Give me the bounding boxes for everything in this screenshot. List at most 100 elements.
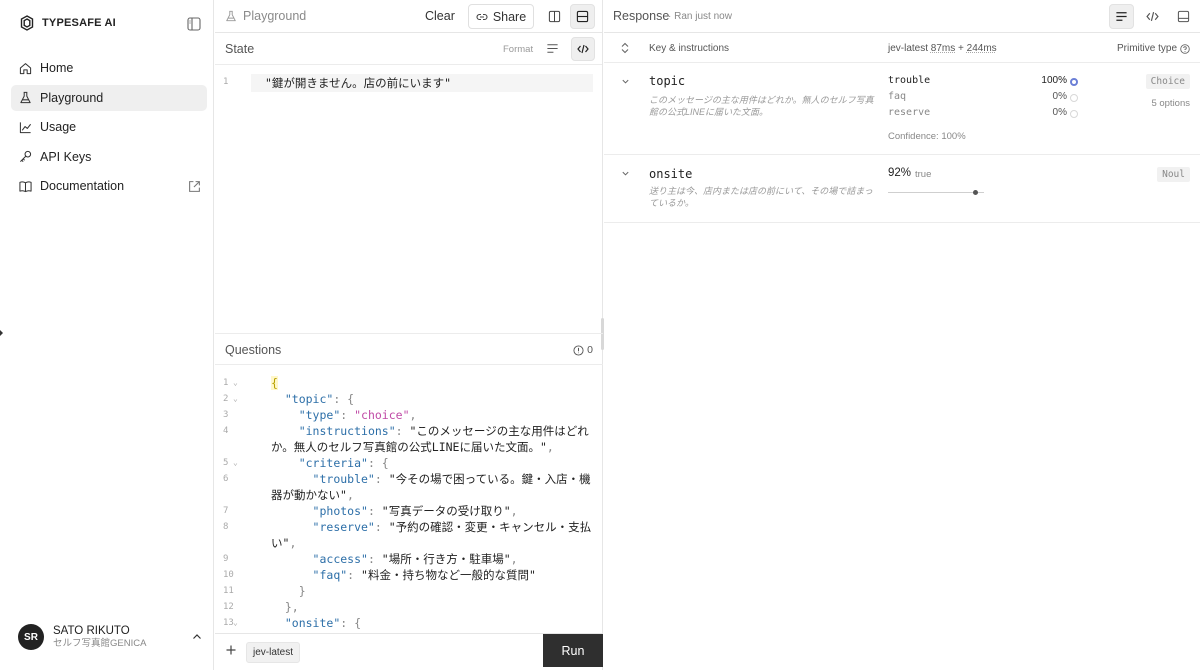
brand[interactable]: TYPESAFE AI — [20, 15, 116, 31]
avatar: SR — [18, 624, 44, 650]
latency-b: 244ms — [966, 43, 997, 54]
panel-icon — [1177, 10, 1189, 22]
sidebar-item-label: Home — [40, 61, 74, 75]
text-view-icon[interactable] — [546, 42, 559, 55]
latency-plus: + — [958, 43, 964, 54]
state-title: State — [225, 42, 255, 56]
plus-icon[interactable] — [224, 643, 238, 657]
playground-panel: Playground Clear Share State Format 1 "鍵… — [215, 0, 604, 670]
options-count: 5 options — [1151, 98, 1190, 109]
share-label: Share — [492, 9, 527, 24]
code-line: い", — [271, 536, 297, 550]
code-line: 12 }, — [223, 600, 299, 614]
state-editor[interactable]: 1 "鍵が開きません。店の前にいます" — [215, 66, 603, 332]
sidebar-collapse-icon[interactable] — [187, 17, 201, 31]
probability-track — [888, 192, 984, 193]
external-link-icon — [189, 181, 200, 192]
option-label: reserve — [888, 107, 931, 118]
code-line: 1 ⌄{ — [223, 375, 278, 391]
fold-icon[interactable]: ⌄ — [233, 455, 238, 471]
response-instructions: このメッセージの主な用件はどれか。無人のセルフ写真館の公式LINEに届いた文面。 — [649, 95, 874, 117]
code-line: 9 "access": "場所・行き方・駐車場", — [223, 552, 518, 566]
columns-icon — [548, 10, 560, 22]
format-button[interactable]: Format — [503, 44, 533, 55]
user-info: SATO RIKUTO セルフ写真館GENICA — [53, 624, 146, 650]
fold-icon[interactable]: ⌄ — [233, 615, 238, 631]
option-trouble: trouble 100% — [888, 75, 1078, 91]
column-key: Key & instructions — [649, 43, 730, 54]
sidebar-item-documentation[interactable]: Documentation — [11, 173, 207, 199]
help-icon[interactable] — [1180, 43, 1190, 54]
code-line: 5 ⌄ "criteria": { — [223, 455, 389, 471]
primitive-type-badge: Noul — [1157, 167, 1190, 182]
playground-header: Playground Clear Share — [215, 0, 602, 33]
line-number: 11 — [223, 586, 234, 596]
onsite-probability: 92% — [888, 167, 912, 179]
panel-toggle-caret[interactable] — [0, 330, 3, 336]
typesafe-logo-icon — [20, 15, 34, 31]
sidebar-item-label: Playground — [40, 90, 104, 105]
state-value[interactable]: "鍵が開きません。店の前にいます" — [251, 74, 593, 92]
sidebar-item-label: Documentation — [40, 179, 125, 193]
sort-icon[interactable] — [620, 42, 630, 54]
user-name: SATO RIKUTO — [53, 625, 130, 637]
clear-button[interactable]: Clear — [425, 9, 455, 23]
view-code-button[interactable] — [1142, 6, 1162, 26]
split-horizontal-button[interactable] — [570, 4, 595, 29]
option-pct: 0% — [1052, 107, 1067, 118]
code-line: 2 ⌄ "topic": { — [223, 391, 355, 407]
chevron-down-icon[interactable] — [621, 169, 630, 178]
questions-editor[interactable]: 1 ⌄{ 2 ⌄ "topic": { 3 "type": "choice", 4 … — [215, 374, 603, 632]
model-tag[interactable]: jev-latest — [246, 642, 301, 663]
response-key: onsite — [649, 167, 693, 181]
run-button[interactable]: Run — [543, 634, 603, 667]
code-line: 器が動かない", — [271, 488, 354, 502]
response-row-topic[interactable]: topic このメッセージの主な用件はどれか。無人のセルフ写真館の公式LINEに… — [604, 63, 1200, 155]
brand-name: TYPESAFE AI — [42, 17, 116, 29]
chevron-down-icon[interactable] — [621, 77, 630, 86]
line-number: 4 — [223, 426, 229, 436]
home-icon — [19, 62, 32, 74]
primitive-type-badge: Choice — [1145, 74, 1190, 89]
flask-icon — [20, 91, 31, 104]
user-menu[interactable]: SR SATO RIKUTO セルフ写真館GENICA — [18, 620, 206, 654]
view-text-button[interactable] — [1109, 4, 1134, 29]
fold-icon[interactable]: ⌄ — [233, 375, 238, 391]
option-pct: 100% — [1041, 75, 1067, 86]
chart-icon — [19, 121, 32, 133]
user-org: セルフ写真館GENICA — [53, 638, 147, 649]
response-status: · Ran just now — [668, 11, 732, 22]
radio-selected-icon — [1070, 78, 1078, 86]
sidebar-item-playground[interactable]: Playground — [11, 84, 207, 111]
option-label: trouble — [888, 75, 931, 86]
link-icon — [476, 13, 488, 20]
questions-title: Questions — [225, 343, 282, 357]
sidebar-item-api-keys[interactable]: API Keys — [11, 144, 207, 170]
view-panel-button[interactable] — [1173, 6, 1193, 26]
chevron-up-icon — [193, 634, 201, 639]
line-number: 12 — [223, 602, 234, 612]
split-vertical-button[interactable] — [543, 5, 565, 27]
response-header: Response · Ran just now — [604, 0, 1200, 33]
onsite-value: true — [915, 169, 932, 180]
fold-icon[interactable]: ⌄ — [233, 391, 238, 407]
code-icon — [1145, 11, 1159, 21]
line-number: 3 — [223, 410, 229, 420]
code-view-button[interactable] — [571, 37, 595, 61]
radio-icon — [1070, 94, 1078, 102]
option-reserve: reserve 0% — [888, 107, 1078, 123]
column-model-name: jev-latest — [888, 43, 929, 54]
page-title: Playground — [225, 9, 306, 23]
code-line: 11 } — [223, 584, 306, 598]
line-number: 6 — [223, 474, 229, 484]
sidebar-item-home[interactable]: Home — [11, 55, 207, 81]
code-line: か。無人のセルフ写真館の公式LINEに届いた文面。", — [271, 440, 554, 454]
probability-marker — [973, 190, 978, 195]
option-label: faq — [888, 91, 907, 102]
response-row-onsite[interactable]: onsite 送り主は今、店内または店の前にいて、その場で詰まっているか。 92… — [604, 156, 1200, 223]
questions-count[interactable]: 0 — [573, 344, 593, 356]
questions-count-value: 0 — [587, 344, 593, 356]
sidebar-item-usage[interactable]: Usage — [11, 114, 207, 140]
share-button[interactable]: Share — [468, 4, 534, 29]
code-icon — [577, 44, 589, 54]
